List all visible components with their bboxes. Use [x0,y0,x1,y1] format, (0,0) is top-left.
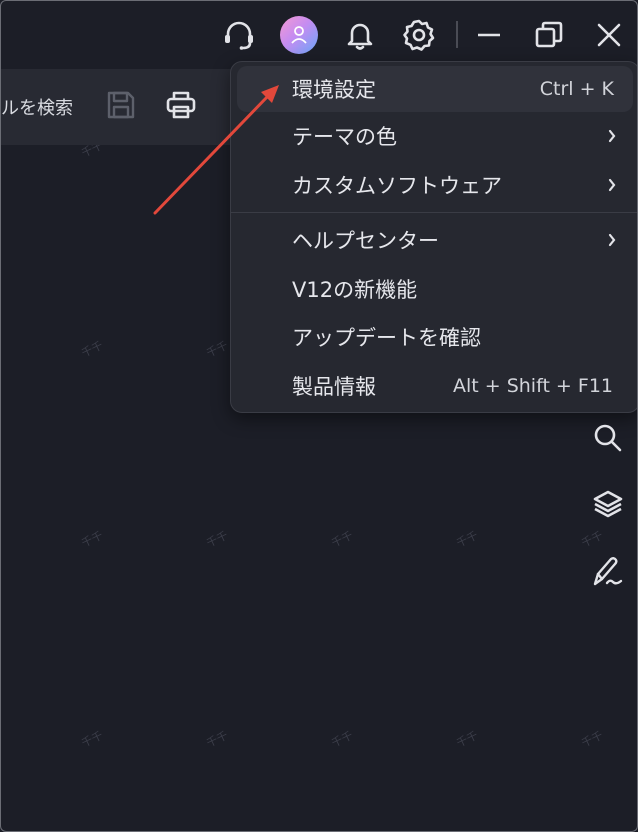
watermark: 千千 [454,728,480,750]
chevron-right-icon [608,129,616,143]
restore-icon[interactable] [529,15,569,55]
chevron-right-icon [608,178,616,192]
menu-item-help-center[interactable]: ヘルプセンター [231,217,637,263]
menu-item-label: カスタムソフトウェア [292,174,502,198]
watermark: 千千 [579,528,605,550]
menu-divider [231,212,637,213]
gear-icon[interactable] [399,15,439,55]
titlebar-divider [456,21,458,48]
toolbar: ルを検索 [1,69,241,145]
menu-item-whats-new[interactable]: V12の新機能 [231,266,637,312]
watermark: 千千 [79,338,105,360]
menu-item-label: アップデートを確認 [292,326,481,350]
watermark: 千千 [204,728,230,750]
menu-item-label: ヘルプセンター [292,229,439,253]
menu-item-check-updates[interactable]: アップデートを確認 [231,314,637,360]
close-icon[interactable] [589,15,629,55]
watermark: 千千 [579,728,605,750]
minimize-icon[interactable] [469,15,509,55]
titlebar [1,15,637,55]
menu-item-label: テーマの色 [292,125,397,149]
bell-icon[interactable] [340,15,380,55]
watermark: 千千 [204,338,230,360]
headset-icon[interactable] [219,15,259,55]
menu-item-shortcut: Alt + Shift + F11 [452,375,613,397]
watermark: 千千 [329,528,355,550]
search-label[interactable]: ルを検索 [1,94,73,120]
menu-item-preferences[interactable]: 環境設定 Ctrl + K [237,66,633,112]
watermark: 千千 [79,528,105,550]
menu-item-theme-color[interactable]: テーマの色 [231,113,637,159]
menu-item-label: 製品情報 [292,375,376,399]
signature-icon[interactable] [588,551,628,591]
menu-item-label: 環境設定 [292,78,376,102]
menu-item-shortcut: Ctrl + K [539,78,614,100]
print-icon[interactable] [161,85,201,125]
avatar[interactable] [280,16,318,54]
layers-icon[interactable] [588,484,628,524]
watermark: 千千 [204,528,230,550]
save-icon[interactable] [101,85,141,125]
settings-menu: 環境設定 Ctrl + K テーマの色 カスタムソフトウェア ヘルプセンター V… [230,61,637,413]
watermark: 千千 [329,728,355,750]
menu-item-custom-software[interactable]: カスタムソフトウェア [231,162,637,208]
app-window: 千千 千千 千千 千千 千千 千千 千千 千千 千千 千千 千千 千千 千千 千… [0,0,638,832]
search-icon[interactable] [588,418,628,458]
watermark: 千千 [454,528,480,550]
menu-item-product-info[interactable]: 製品情報 Alt + Shift + F11 [231,363,637,409]
chevron-right-icon [608,233,616,247]
menu-item-label: V12の新機能 [292,278,418,302]
watermark: 千千 [79,728,105,750]
